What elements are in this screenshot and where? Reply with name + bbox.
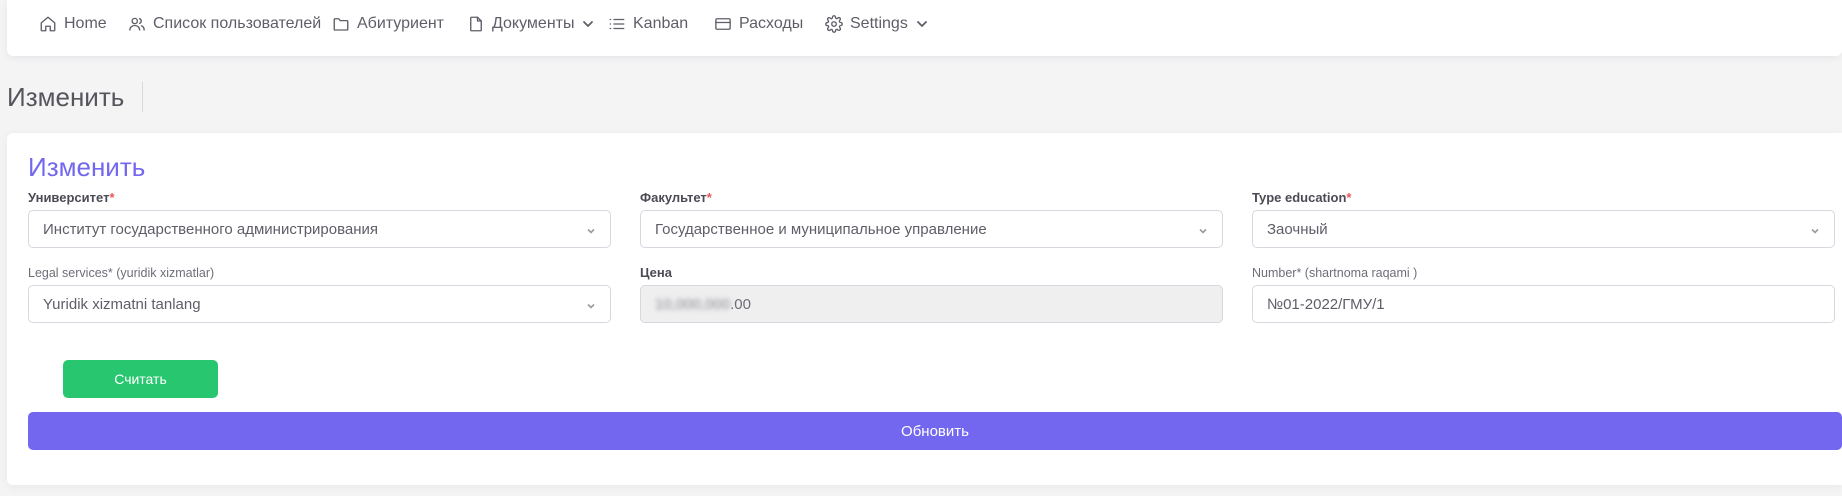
- nav-item-users-list[interactable]: Список пользователей: [128, 13, 321, 35]
- credit-card-icon: [715, 18, 731, 30]
- faculty-label: Факультет*: [640, 190, 712, 205]
- type-education-select[interactable]: Заочный: [1252, 210, 1835, 248]
- nav-item-kanban[interactable]: Kanban: [608, 13, 688, 35]
- chevron-down-icon: [586, 223, 596, 234]
- price-value-blurred: 10,000,000: [655, 295, 731, 313]
- faculty-value: Государственное и муниципальное управлен…: [655, 220, 987, 238]
- file-icon: [470, 16, 482, 32]
- legal-services-field: Legal services* (yuridik xizmatlar) Yuri…: [28, 265, 611, 323]
- nav-item-label: Settings: [850, 15, 908, 32]
- gear-icon: [825, 15, 843, 33]
- price-input: 10,000,000.00: [640, 285, 1223, 323]
- faculty-field: Факультет* Государственное и муниципальн…: [640, 190, 1223, 248]
- users-icon: [129, 17, 145, 31]
- nav-item-label: Kanban: [633, 15, 689, 32]
- required-mark: *: [1346, 190, 1352, 205]
- nav-item-label: Список пользователей: [153, 15, 322, 32]
- chevron-down-icon: [1198, 223, 1208, 234]
- update-button[interactable]: Обновить: [28, 412, 1842, 450]
- page-title: Изменить: [7, 81, 125, 112]
- faculty-select[interactable]: Государственное и муниципальное управлен…: [640, 210, 1223, 248]
- price-field: Цена 10,000,000.00: [640, 265, 1223, 323]
- header-divider: [142, 82, 144, 112]
- list-icon: [609, 18, 625, 30]
- calculate-button[interactable]: Считать: [63, 360, 218, 398]
- contract-number-field: Number* (shartnoma raqami ) №01-2022/ГМУ…: [1252, 265, 1835, 323]
- edit-form-card: Изменить Университет* Институт государст…: [7, 133, 1842, 485]
- price-value: .00: [730, 295, 751, 313]
- legal-services-select[interactable]: Yuridik xizmatni tanlang: [28, 285, 611, 323]
- university-value: Институт государственного администрирова…: [43, 220, 379, 238]
- university-field: Университет* Институт государственного а…: [28, 190, 611, 248]
- contract-number-input[interactable]: №01-2022/ГМУ/1: [1252, 285, 1835, 323]
- page-header: Изменить: [7, 80, 144, 114]
- nav-item-label: Home: [64, 15, 107, 32]
- legal-services-label: Legal services* (yuridik xizmatlar): [28, 266, 215, 280]
- home-icon: [40, 16, 56, 32]
- nav-item-home[interactable]: Home: [39, 13, 107, 35]
- nav-item-settings[interactable]: Settings: [825, 13, 928, 35]
- top-navbar: Home Список пользователей Абитуриент Док…: [7, 0, 1842, 56]
- form-title: Изменить: [28, 152, 146, 182]
- nav-item-label: Расходы: [739, 15, 804, 32]
- price-label: Цена: [640, 265, 672, 280]
- required-mark: *: [109, 190, 115, 205]
- folder-icon: [333, 18, 349, 31]
- chevron-down-icon: [583, 21, 594, 27]
- university-label: Университет*: [28, 190, 115, 205]
- legal-services-value: Yuridik xizmatni tanlang: [43, 295, 201, 313]
- nav-item-label: Абитуриент: [357, 15, 444, 32]
- required-mark: *: [706, 190, 712, 205]
- contract-number-label: Number* (shartnoma raqami ): [1252, 266, 1418, 280]
- university-select[interactable]: Институт государственного администрирова…: [28, 210, 611, 248]
- nav-item-label: Документы: [492, 15, 575, 32]
- type-education-label: Type education*: [1252, 190, 1352, 205]
- nav-item-expenses[interactable]: Расходы: [714, 13, 803, 35]
- chevron-down-icon: [916, 21, 927, 27]
- chevron-down-icon: [1810, 223, 1820, 234]
- type-education-value: Заочный: [1267, 220, 1328, 238]
- chevron-down-icon: [586, 298, 596, 309]
- type-education-field: Type education* Заочный: [1252, 190, 1835, 248]
- contract-number-value: №01-2022/ГМУ/1: [1267, 295, 1385, 313]
- nav-item-applicant[interactable]: Абитуриент: [332, 13, 444, 35]
- nav-item-documents[interactable]: Документы: [467, 13, 594, 35]
